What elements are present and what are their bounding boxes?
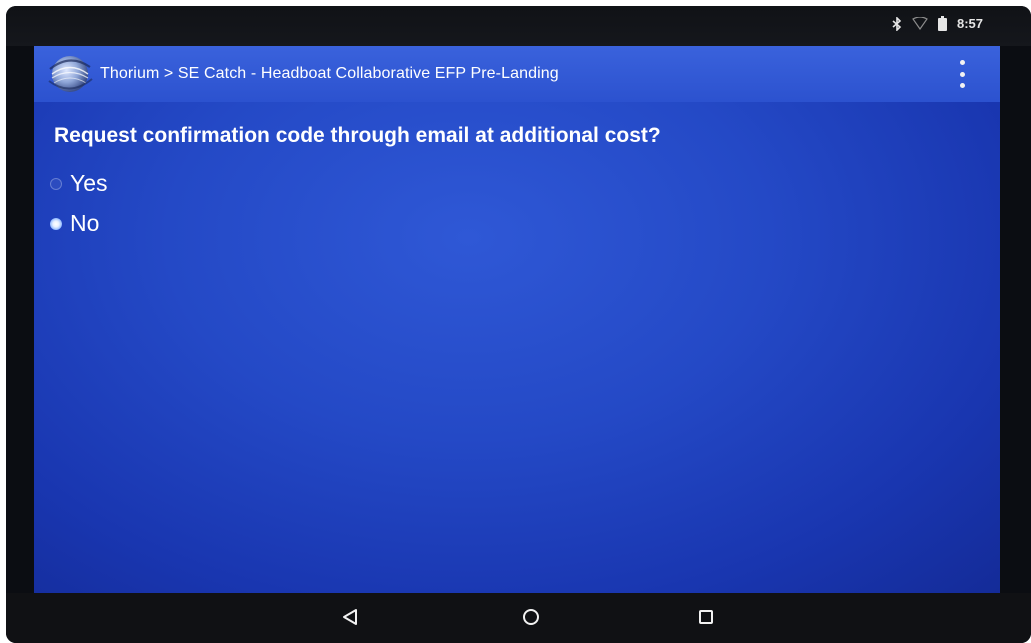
radio-selected-icon[interactable] (50, 217, 62, 230)
tablet-frame: 8:57 Thorium > SE Catch - Headboat Colla… (6, 6, 1031, 643)
home-icon[interactable] (517, 603, 545, 631)
option-no[interactable]: No (50, 210, 99, 237)
option-yes[interactable]: Yes (50, 170, 108, 197)
wifi-icon (912, 17, 928, 30)
status-icons: 8:57 (892, 16, 983, 31)
option-label: Yes (70, 170, 108, 196)
battery-icon (937, 16, 947, 31)
recents-icon[interactable] (692, 603, 720, 631)
app-bar: Thorium > SE Catch - Headboat Collaborat… (34, 46, 1000, 102)
overflow-dot (959, 60, 965, 65)
option-label: No (70, 210, 100, 236)
back-icon[interactable] (336, 603, 364, 631)
overflow-menu-icon[interactable] (954, 60, 970, 88)
app-screen: Thorium > SE Catch - Headboat Collaborat… (34, 46, 1000, 593)
radio-unselected-icon[interactable] (50, 177, 62, 190)
globe-logo-icon (48, 56, 93, 92)
bluetooth-icon (892, 16, 902, 31)
overflow-dot (959, 71, 965, 77)
navigation-bar (6, 593, 1031, 643)
status-bar: 8:57 (6, 6, 1031, 46)
overflow-dot (959, 83, 965, 88)
clock: 8:57 (956, 16, 983, 31)
app-title: Thorium > SE Catch - Headboat Collaborat… (100, 65, 559, 82)
question-label: Request confirmation code through email … (54, 124, 661, 147)
